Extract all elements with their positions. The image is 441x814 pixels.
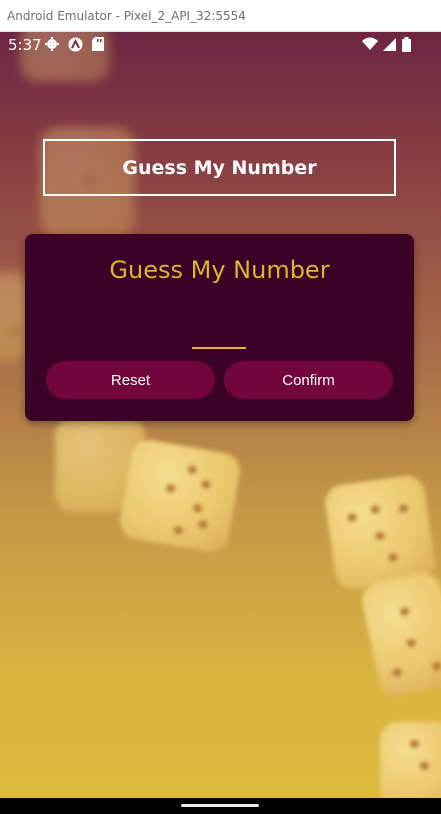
status-bar: 5:37 bbox=[0, 32, 441, 58]
background-die bbox=[358, 569, 441, 700]
home-gesture-handle[interactable] bbox=[181, 804, 259, 807]
emulator-window-title: Android Emulator - Pixel_2_API_32:5554 bbox=[0, 0, 441, 32]
phone-screen: 5:37 Guess My Number Guess My Number Res… bbox=[0, 32, 441, 798]
background-die bbox=[117, 437, 243, 555]
confirm-button[interactable]: Confirm bbox=[224, 361, 393, 399]
number-input[interactable] bbox=[192, 317, 246, 349]
page-title: Guess My Number bbox=[43, 139, 396, 196]
sd-card-icon bbox=[90, 36, 106, 52]
app-a-icon bbox=[67, 36, 83, 52]
settings-gear-icon bbox=[44, 36, 60, 52]
background-die bbox=[380, 722, 441, 798]
card-heading: Guess My Number bbox=[109, 256, 330, 284]
reset-button[interactable]: Reset bbox=[46, 361, 215, 399]
guess-input-card: Guess My Number Reset Confirm bbox=[25, 234, 414, 421]
navigation-bar bbox=[0, 798, 441, 814]
wifi-icon bbox=[362, 36, 378, 52]
cell-signal-icon bbox=[381, 36, 397, 52]
battery-icon bbox=[398, 36, 414, 52]
status-time: 5:37 bbox=[8, 36, 42, 54]
